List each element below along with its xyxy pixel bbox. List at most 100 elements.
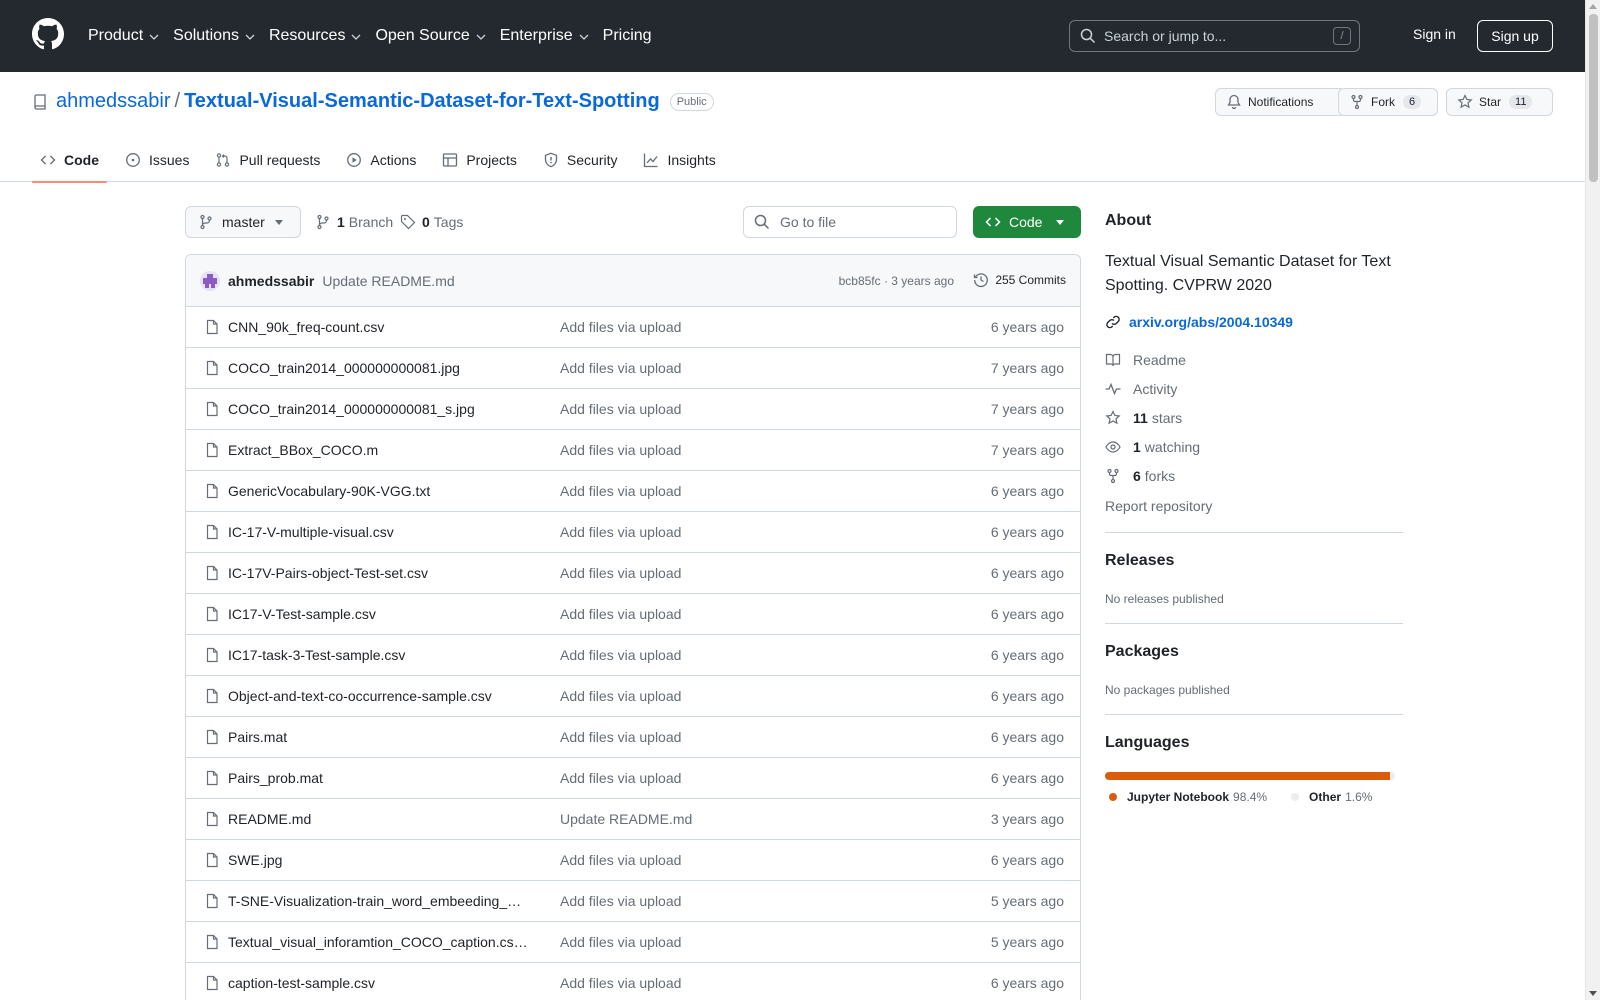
homepage-link[interactable]: arxiv.org/abs/2004.10349: [1105, 314, 1293, 330]
file-name-link[interactable]: Object-and-text-co-occurrence-sample.csv: [228, 688, 528, 704]
page-scrollbar[interactable]: [1585, 0, 1600, 1000]
file-name-link[interactable]: Extract_BBox_COCO.m: [228, 442, 528, 458]
file-commit-message-link[interactable]: Add files via upload: [560, 934, 681, 950]
file-name-link[interactable]: IC-17-V-multiple-visual.csv: [228, 524, 528, 540]
file-commit-message-link[interactable]: Add files via upload: [560, 319, 681, 335]
packages-heading[interactable]: Packages: [1105, 643, 1179, 661]
tab-code[interactable]: Code: [32, 138, 107, 183]
notifications-button[interactable]: Notifications: [1215, 88, 1346, 116]
nav-resources[interactable]: Resources: [269, 27, 361, 45]
file-name-link[interactable]: IC-17V-Pairs-object-Test-set.csv: [228, 565, 528, 581]
tab-insights[interactable]: Insights: [635, 138, 723, 182]
table-row[interactable]: IC-17V-Pairs-object-Test-set.csv Add file…: [186, 553, 1080, 594]
file-name-link[interactable]: T-SNE-Visualization-train_word_embeeding…: [228, 893, 528, 909]
repo-name-link[interactable]: Textual-Visual-Semantic-Dataset-for-Text…: [184, 90, 660, 113]
sign-in-link[interactable]: Sign in: [1413, 26, 1456, 42]
file-commit-message-link[interactable]: Add files via upload: [560, 565, 681, 581]
nav-open-source[interactable]: Open Source: [375, 27, 486, 45]
tab-pull-requests[interactable]: Pull requests: [207, 138, 328, 182]
file-name-link[interactable]: README.md: [228, 811, 528, 827]
watching-link[interactable]: 1 watching: [1105, 439, 1200, 455]
search-input[interactable]: Search or jump to... /: [1069, 20, 1360, 52]
file-name-link[interactable]: IC17-task-3-Test-sample.csv: [228, 647, 528, 663]
repo-owner-link[interactable]: ahmedssabir: [56, 90, 171, 113]
report-repository-link[interactable]: Report repository: [1105, 498, 1212, 514]
file-commit-message-link[interactable]: Add files via upload: [560, 442, 681, 458]
commit-author-link[interactable]: ahmedssabir: [228, 273, 314, 289]
commit-message-link[interactable]: Update README.md: [322, 273, 454, 289]
file-commit-message-link[interactable]: Add files via upload: [560, 770, 681, 786]
go-to-file-input[interactable]: Go to file: [743, 206, 957, 238]
file-name-link[interactable]: caption-test-sample.csv: [228, 975, 528, 991]
nav-product[interactable]: Product: [88, 27, 159, 45]
tags-link[interactable]: 0 Tags: [400, 214, 463, 230]
github-logo-icon[interactable]: [32, 18, 64, 50]
table-row[interactable]: IC-17-V-multiple-visual.csv Add files via…: [186, 512, 1080, 553]
table-row[interactable]: Textual_visual_inforamtion_COCO_caption.…: [186, 922, 1080, 963]
table-row[interactable]: README.md Update README.md 3 years ago: [186, 799, 1080, 840]
file-name-link[interactable]: Pairs_prob.mat: [228, 770, 528, 786]
file-name-link[interactable]: CNN_90k_freq-count.csv: [228, 319, 528, 335]
releases-heading[interactable]: Releases: [1105, 552, 1174, 570]
table-row[interactable]: SWE.jpg Add files via upload 6 years ago: [186, 840, 1080, 881]
branches-link[interactable]: 1 Branch: [315, 214, 393, 230]
nav-enterprise[interactable]: Enterprise: [500, 27, 589, 45]
file-name-link[interactable]: SWE.jpg: [228, 852, 528, 868]
language-item[interactable]: Other 1.6%: [1291, 790, 1372, 804]
table-row[interactable]: caption-test-sample.csv Add files via upl…: [186, 963, 1080, 1000]
avatar[interactable]: [200, 270, 220, 291]
file-commit-message-link[interactable]: Add files via upload: [560, 852, 681, 868]
file-commit-message-link[interactable]: Update README.md: [560, 811, 692, 827]
file-name-link[interactable]: COCO_train2014_000000000081.jpg: [228, 360, 528, 376]
file-commit-message-link[interactable]: Add files via upload: [560, 647, 681, 663]
file-commit-message-link[interactable]: Add files via upload: [560, 360, 681, 376]
tab-projects[interactable]: Projects: [434, 138, 525, 182]
file-commit-message-link[interactable]: Add files via upload: [560, 975, 681, 991]
nav-solutions[interactable]: Solutions: [173, 27, 255, 45]
table-row[interactable]: Object-and-text-co-occurrence-sample.csv…: [186, 676, 1080, 717]
file-commit-message-link[interactable]: Add files via upload: [560, 483, 681, 499]
file-icon: [204, 688, 220, 704]
forks-link[interactable]: 6 forks: [1105, 468, 1175, 484]
table-row[interactable]: T-SNE-Visualization-train_word_embeeding…: [186, 881, 1080, 922]
commit-sha-time[interactable]: bcb85fc · 3 years ago: [839, 274, 954, 288]
file-name-link[interactable]: Textual_visual_inforamtion_COCO_caption.…: [228, 934, 528, 950]
scrollbar-thumb[interactable]: [1589, 14, 1598, 182]
table-row[interactable]: Extract_BBox_COCO.m Add files via upload 7…: [186, 430, 1080, 471]
activity-link[interactable]: Activity: [1105, 381, 1177, 397]
file-name-link[interactable]: IC17-V-Test-sample.csv: [228, 606, 528, 622]
file-commit-message-link[interactable]: Add files via upload: [560, 729, 681, 745]
branch-selector[interactable]: master: [185, 206, 301, 238]
scroll-up-arrow-icon[interactable]: [1589, 4, 1597, 9]
sign-up-button[interactable]: Sign up: [1477, 20, 1553, 52]
scroll-down-arrow-icon[interactable]: [1589, 991, 1597, 996]
nav-pricing[interactable]: Pricing: [603, 27, 652, 45]
language-legend: Jupyter Notebook 98.4% Other 1.6%: [1109, 790, 1396, 804]
file-commit-message-link[interactable]: Add files via upload: [560, 893, 681, 909]
file-name-link[interactable]: Pairs.mat: [228, 729, 528, 745]
commits-history-link[interactable]: 255 Commits: [973, 272, 1066, 288]
table-row[interactable]: COCO_train2014_000000000081_s.jpg Add fil…: [186, 389, 1080, 430]
tab-actions[interactable]: Actions: [338, 138, 424, 182]
tab-security[interactable]: Security: [535, 138, 626, 182]
table-row[interactable]: CNN_90k_freq-count.csv Add files via uplo…: [186, 307, 1080, 348]
file-commit-message-link[interactable]: Add files via upload: [560, 524, 681, 540]
code-dropdown-button[interactable]: Code: [973, 206, 1081, 238]
table-row[interactable]: IC17-V-Test-sample.csv Add files via uplo…: [186, 594, 1080, 635]
table-row[interactable]: IC17-task-3-Test-sample.csv Add files via…: [186, 635, 1080, 676]
star-button[interactable]: Star 11: [1446, 88, 1553, 116]
table-row[interactable]: COCO_train2014_000000000081.jpg Add files…: [186, 348, 1080, 389]
table-row[interactable]: Pairs.mat Add files via upload 6 years ago: [186, 717, 1080, 758]
table-row[interactable]: GenericVocabulary-90K-VGG.txt Add files v…: [186, 471, 1080, 512]
fork-button[interactable]: Fork 6: [1338, 88, 1438, 116]
table-row[interactable]: Pairs_prob.mat Add files via upload 6 year…: [186, 758, 1080, 799]
file-name-link[interactable]: COCO_train2014_000000000081_s.jpg: [228, 401, 528, 417]
file-name-link[interactable]: GenericVocabulary-90K-VGG.txt: [228, 483, 528, 499]
file-commit-message-link[interactable]: Add files via upload: [560, 606, 681, 622]
stars-link[interactable]: 11 stars: [1105, 410, 1182, 426]
file-commit-message-link[interactable]: Add files via upload: [560, 401, 681, 417]
readme-link[interactable]: Readme: [1105, 352, 1186, 368]
tab-issues[interactable]: Issues: [117, 138, 197, 182]
file-commit-message-link[interactable]: Add files via upload: [560, 688, 681, 704]
language-item[interactable]: Jupyter Notebook 98.4%: [1109, 790, 1267, 804]
